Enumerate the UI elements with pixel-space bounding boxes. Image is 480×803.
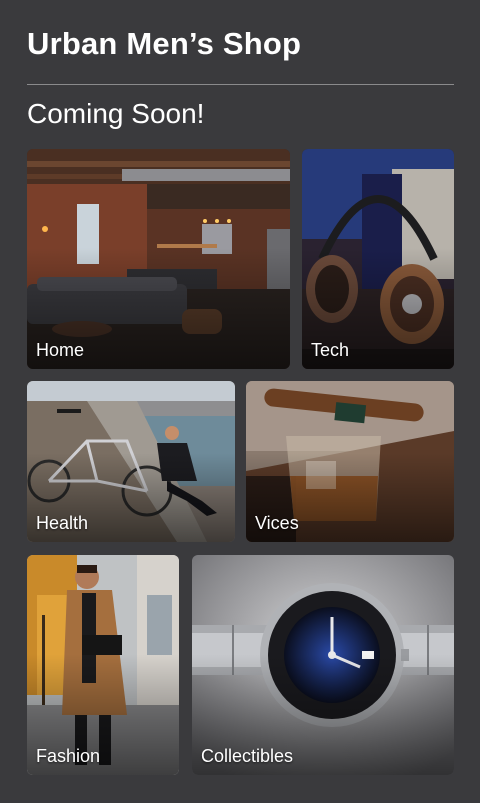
category-card-collectibles[interactable]: Collectibles — [192, 555, 454, 775]
category-label-health: Health — [36, 513, 89, 533]
category-card-home[interactable]: Home — [27, 149, 290, 369]
category-card-tech[interactable]: Tech — [302, 149, 454, 369]
section-title: Coming Soon! — [27, 98, 205, 129]
category-card-vices[interactable]: Vices — [246, 381, 454, 542]
category-label-home: Home — [36, 340, 85, 360]
category-card-fashion[interactable]: Fashion — [27, 555, 179, 775]
category-label-tech: Tech — [311, 340, 350, 360]
category-label-vices: Vices — [255, 513, 299, 533]
page-title: Urban Men’s Shop — [27, 26, 302, 61]
header-divider — [27, 84, 454, 85]
category-label-fashion: Fashion — [36, 746, 101, 766]
category-card-health[interactable]: Health — [27, 381, 235, 542]
category-label-collectibles: Collectibles — [201, 746, 294, 766]
app-screen: Urban Men’s Shop Coming Soon! Home Tech … — [0, 0, 480, 803]
